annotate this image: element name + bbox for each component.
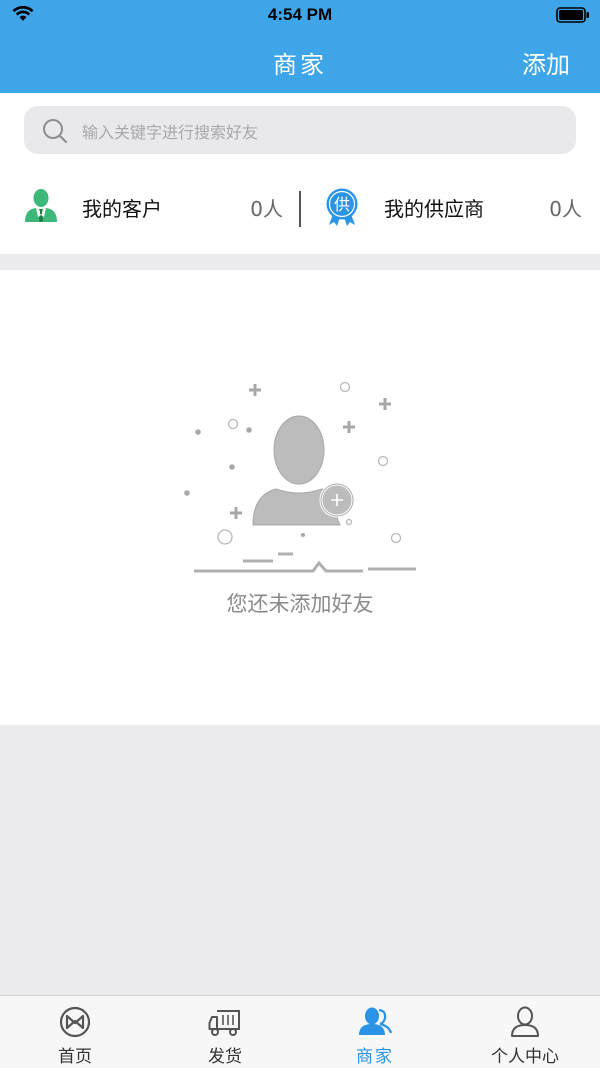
tab-profile[interactable]: 个人中心	[450, 996, 600, 1068]
no-friends-illustration	[184, 381, 416, 573]
empty-state-panel: 您还未添加好友	[0, 270, 600, 725]
page-title: 商家	[273, 51, 327, 79]
search-input[interactable]: 输入关键字进行搜索好友	[24, 106, 576, 154]
search-icon	[43, 119, 68, 144]
tab-home-label: 首页	[58, 1047, 92, 1067]
supplier-badge-icon: 供	[326, 188, 358, 226]
empty-state-message: 您还未添加好友	[226, 592, 374, 616]
my-suppliers-entry[interactable]: 供 我的供应商 0人	[322, 188, 586, 228]
stats-divider	[299, 191, 301, 227]
user-profile-icon	[511, 1006, 539, 1037]
home-logo-icon	[59, 1006, 91, 1038]
tab-home[interactable]: 首页	[0, 996, 150, 1068]
my-suppliers-count: 0人	[549, 197, 582, 221]
customer-person-icon	[25, 189, 57, 222]
truck-icon	[208, 1010, 240, 1036]
bottom-tab-bar: 首页 发货 商家 个人中心	[0, 995, 600, 1068]
battery-icon	[556, 7, 589, 23]
tab-merchants[interactable]: 商家	[300, 996, 450, 1068]
status-bar: 4:54 PM	[0, 0, 600, 30]
add-button[interactable]: 添加	[522, 45, 570, 80]
tab-merchants-label: 商家	[356, 1047, 394, 1067]
app-header: 4:54 PM 商家 添加	[0, 0, 600, 93]
my-customers-count: 0人	[250, 197, 283, 221]
tab-shipping[interactable]: 发货	[150, 996, 300, 1068]
my-customers-entry[interactable]: 我的客户 0人	[22, 188, 286, 228]
my-suppliers-label: 我的供应商	[384, 197, 484, 221]
my-customers-label: 我的客户	[82, 197, 162, 221]
status-time: 4:54 PM	[267, 5, 333, 24]
tab-shipping-label: 发货	[208, 1047, 242, 1067]
contacts-icon	[359, 1007, 392, 1035]
tab-profile-label: 个人中心	[491, 1047, 559, 1067]
merchant-summary-panel: 输入关键字进行搜索好友 我的客户 0人 供 我的供应商 0人	[0, 93, 600, 254]
search-placeholder: 输入关键字进行搜索好友	[82, 123, 259, 142]
supplier-badge-char: 供	[334, 195, 350, 214]
